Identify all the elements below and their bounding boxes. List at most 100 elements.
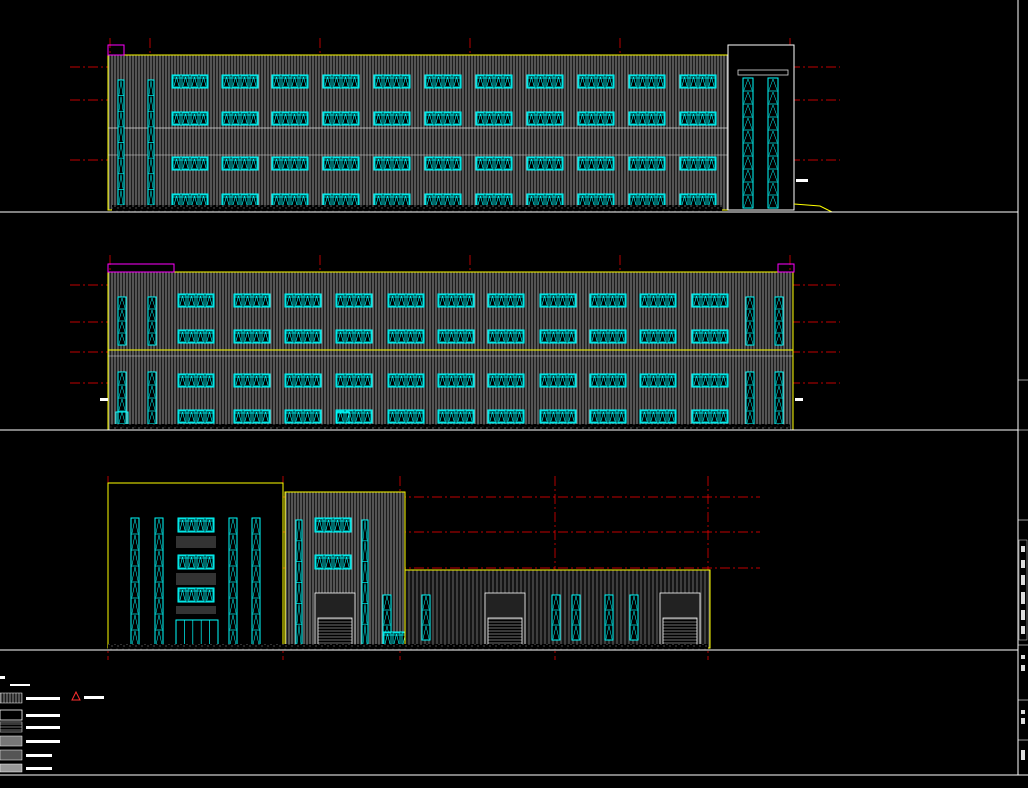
window xyxy=(691,293,729,308)
legend-note-bullet xyxy=(0,676,5,679)
tall-window xyxy=(117,371,127,425)
window xyxy=(628,74,666,89)
tall-window xyxy=(774,296,784,346)
tall-window xyxy=(742,77,754,209)
window xyxy=(284,373,322,388)
tall-window xyxy=(147,371,157,425)
window xyxy=(691,329,729,344)
elevation-1 xyxy=(0,38,1018,213)
ramp xyxy=(793,203,833,213)
window xyxy=(475,156,513,171)
tall-window xyxy=(147,296,157,346)
window xyxy=(424,111,462,126)
window xyxy=(171,74,209,89)
cad-drawing-canvas xyxy=(0,0,1028,776)
tall-window xyxy=(154,517,164,647)
legend-swatch-light-gray-panel xyxy=(0,763,23,773)
window xyxy=(335,329,373,344)
window xyxy=(589,293,627,308)
legend-swatch-white-panel xyxy=(0,709,23,721)
window xyxy=(233,293,271,308)
window xyxy=(177,409,215,424)
legend-label-1 xyxy=(26,697,60,700)
window xyxy=(639,293,677,308)
window xyxy=(314,554,352,570)
window xyxy=(589,373,627,388)
legend-swatch-dark-gray-panel xyxy=(0,749,23,761)
tall-window xyxy=(551,594,561,641)
tall-window xyxy=(130,517,140,647)
window xyxy=(679,156,717,171)
window xyxy=(284,409,322,424)
window xyxy=(284,293,322,308)
window xyxy=(539,293,577,308)
window xyxy=(639,329,677,344)
window xyxy=(577,74,615,89)
legend-swatch-horizontal-lines xyxy=(0,721,23,733)
window xyxy=(335,373,373,388)
window xyxy=(387,329,425,344)
roller-shutter-door xyxy=(317,617,353,647)
canopy xyxy=(100,398,108,401)
window xyxy=(539,409,577,424)
window xyxy=(487,373,525,388)
tall-window xyxy=(295,519,303,646)
window xyxy=(373,74,411,89)
window xyxy=(437,373,475,388)
window xyxy=(526,111,564,126)
legend-swatch-vertical-stripes xyxy=(0,692,23,704)
window xyxy=(424,74,462,89)
window xyxy=(691,373,729,388)
window xyxy=(233,373,271,388)
window xyxy=(628,156,666,171)
window xyxy=(271,111,309,126)
roof-parapet xyxy=(107,263,175,273)
tall-window xyxy=(767,77,779,209)
window xyxy=(387,373,425,388)
window xyxy=(487,293,525,308)
legend-label-5 xyxy=(26,754,52,757)
roller-shutter-door xyxy=(487,617,523,647)
tall-window xyxy=(117,296,127,346)
window xyxy=(177,329,215,344)
spandrel xyxy=(176,573,216,585)
tall-window xyxy=(745,296,755,346)
window xyxy=(233,329,271,344)
window xyxy=(679,74,717,89)
window xyxy=(526,156,564,171)
legend-label-3 xyxy=(26,726,60,729)
tall-window xyxy=(147,79,155,206)
tall-window xyxy=(745,371,755,425)
roof-parapet xyxy=(777,263,795,273)
ground-gravel xyxy=(108,644,708,650)
tall-window xyxy=(251,517,261,647)
ground-gravel xyxy=(112,205,722,212)
window xyxy=(628,111,666,126)
window xyxy=(314,517,352,533)
spandrel xyxy=(176,606,216,614)
roller-shutter-door xyxy=(662,617,698,647)
window xyxy=(691,409,729,424)
elevation-2 xyxy=(0,255,1018,431)
window xyxy=(335,293,373,308)
window xyxy=(221,111,259,126)
window xyxy=(271,156,309,171)
window xyxy=(577,156,615,171)
window xyxy=(475,111,513,126)
window xyxy=(539,373,577,388)
window xyxy=(437,409,475,424)
window xyxy=(171,111,209,126)
triangle-warning-icon xyxy=(71,690,81,701)
tall-window xyxy=(117,79,125,206)
tall-window xyxy=(629,594,639,641)
legend-label-2 xyxy=(26,714,60,717)
window xyxy=(679,111,717,126)
window xyxy=(589,329,627,344)
window xyxy=(526,74,564,89)
tall-window xyxy=(421,594,431,641)
window xyxy=(233,409,271,424)
window xyxy=(577,111,615,126)
window xyxy=(171,156,209,171)
window xyxy=(539,329,577,344)
window xyxy=(424,156,462,171)
